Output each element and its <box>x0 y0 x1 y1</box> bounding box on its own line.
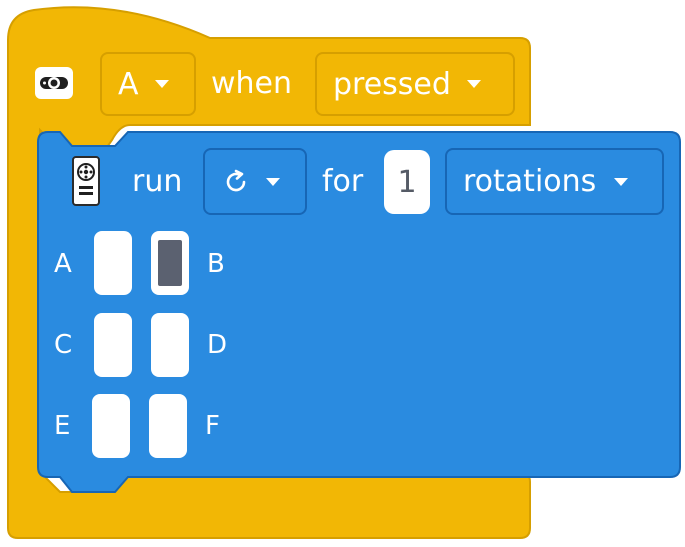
port-a-toggle[interactable] <box>94 231 132 295</box>
port-label-c: C <box>54 330 73 360</box>
port-b-toggle[interactable] <box>151 231 189 295</box>
port-label-d: D <box>207 330 228 360</box>
unit-dropdown-value: rotations <box>463 164 597 199</box>
port-e-toggle[interactable] <box>92 394 130 458</box>
direction-dropdown[interactable] <box>203 148 307 215</box>
port-label-f: F <box>205 411 220 441</box>
event-dropdown-value: pressed <box>333 66 451 102</box>
port-label-a: A <box>54 249 72 279</box>
port-label-b: B <box>207 249 225 279</box>
multi-motor-icon <box>72 156 100 206</box>
when-label: when <box>211 66 293 101</box>
unit-dropdown[interactable]: rotations <box>445 148 664 215</box>
for-label: for <box>322 164 364 199</box>
button-dropdown[interactable]: A <box>100 52 196 116</box>
chevron-down-icon <box>614 177 629 186</box>
event-dropdown[interactable]: pressed <box>315 52 515 116</box>
rotate-clockwise-icon <box>222 168 250 196</box>
port-label-e: E <box>54 411 71 441</box>
run-label: run <box>132 164 183 199</box>
rotation-amount-input[interactable]: 1 <box>384 150 430 214</box>
port-c-toggle[interactable] <box>94 313 132 377</box>
chevron-down-icon <box>266 177 280 186</box>
chevron-down-icon <box>466 80 481 88</box>
port-f-toggle[interactable] <box>149 394 187 458</box>
chevron-down-icon <box>154 80 169 88</box>
button-dropdown-value: A <box>118 66 139 102</box>
remote-control-icon <box>35 67 73 99</box>
port-d-toggle[interactable] <box>151 313 189 377</box>
